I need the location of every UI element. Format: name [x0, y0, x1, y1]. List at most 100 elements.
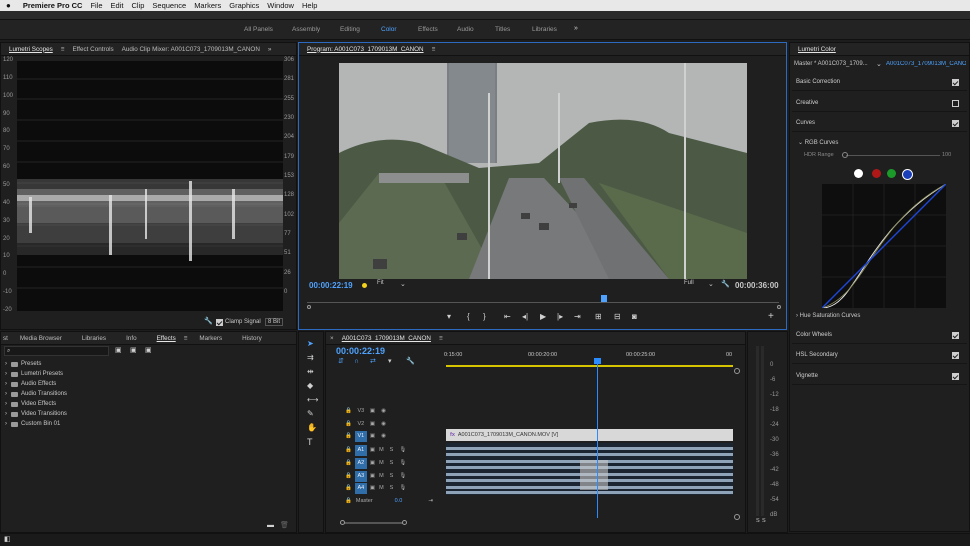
program-timecode[interactable]: 00:00:22:19	[309, 281, 353, 290]
ws-all-panels[interactable]: All Panels	[244, 26, 273, 33]
accelerated-effects-icon[interactable]: ▣	[115, 347, 122, 355]
menu-sequence[interactable]: Sequence	[152, 1, 186, 10]
tree-item-video-effects[interactable]: › Video Effects	[5, 401, 56, 407]
tab-info[interactable]: Info	[126, 335, 137, 342]
track-v1[interactable]: 🔒 V1 ▣ ◉	[345, 430, 386, 442]
nest-icon[interactable]: ⇵	[338, 358, 344, 366]
clamp-signal-checkbox[interactable]	[216, 319, 223, 326]
tab-project[interactable]: st	[3, 335, 8, 342]
menu-clip[interactable]: Clip	[131, 1, 144, 10]
ws-titles[interactable]: Titles	[495, 26, 510, 33]
overflow-icon[interactable]: »	[268, 46, 272, 53]
mute-button[interactable]: M	[379, 473, 384, 479]
tab-media-browser[interactable]: Media Browser	[20, 335, 62, 342]
lock-icon[interactable]: 🔒	[345, 421, 352, 427]
timeline-vscroll-top[interactable]	[734, 368, 740, 374]
wrench-icon[interactable]: 🔧	[406, 358, 415, 366]
lock-icon[interactable]: 🔒	[345, 408, 352, 414]
tree-item-audio-effects[interactable]: › Audio Effects	[5, 381, 56, 387]
add-marker-icon[interactable]: ▾	[447, 313, 451, 321]
lock-icon[interactable]: 🔒	[345, 498, 352, 504]
track-a1[interactable]: 🔒 A1 ▣ M S 🎙	[345, 444, 406, 456]
track-master[interactable]: 🔒 Master 0.0 ⇥	[345, 495, 433, 507]
section-hsl-secondary[interactable]: HSL Secondary	[792, 347, 967, 364]
zoom-handle-left[interactable]	[340, 520, 345, 525]
curve-green-channel[interactable]	[887, 169, 896, 178]
track-a4[interactable]: 🔒 A4 ▣ M S 🎙	[345, 482, 406, 494]
tab-effects[interactable]: Effects	[157, 335, 176, 342]
chevron-down-icon[interactable]: ⌄	[400, 280, 406, 288]
microphone-icon[interactable]: 🎙	[399, 447, 406, 453]
program-scrubber[interactable]	[307, 302, 779, 303]
play-icon[interactable]: ▶	[540, 313, 546, 321]
sync-lock-icon[interactable]: ▣	[370, 433, 375, 439]
master-clip-select[interactable]: Master * A001C073_1709...	[794, 61, 868, 67]
lock-icon[interactable]: 🔒	[345, 485, 352, 491]
timeline-timecode[interactable]: 00:00:22:19	[336, 346, 385, 356]
sync-lock-icon[interactable]: ▣	[370, 485, 375, 491]
panel-menu-icon[interactable]: ≡	[432, 46, 436, 53]
tab-effect-controls[interactable]: Effect Controls	[72, 46, 113, 53]
program-title[interactable]: Program: A001C073_1709013M_CANON	[307, 46, 424, 53]
sync-lock-icon[interactable]: ▣	[370, 421, 375, 427]
solo-button[interactable]: S	[390, 447, 394, 453]
apple-icon[interactable]: ●	[6, 1, 11, 10]
video-clip[interactable]: fx A001C073_1709013M_CANON.MOV [V]	[446, 429, 733, 441]
overflow-icon[interactable]: »	[574, 25, 578, 33]
yuv-effects-icon[interactable]: ▣	[145, 347, 152, 355]
timeline-hscroll[interactable]	[340, 522, 406, 524]
app-menu[interactable]: Premiere Pro CC	[23, 1, 83, 10]
playhead-handle[interactable]	[601, 295, 607, 302]
solo-right-button[interactable]: S	[762, 518, 766, 524]
ws-audio[interactable]: Audio	[457, 26, 474, 33]
microphone-icon[interactable]: 🎙	[399, 473, 406, 479]
ws-assembly[interactable]: Assembly	[292, 26, 320, 33]
ws-libraries[interactable]: Libraries	[532, 26, 557, 33]
zoom-handle-right[interactable]	[402, 520, 407, 525]
tree-item-lumetri-presets[interactable]: › Lumetri Presets	[5, 371, 63, 377]
eye-icon[interactable]: ◉	[381, 421, 386, 427]
effects-search-input[interactable]: ⌕	[4, 346, 109, 356]
section-color-wheels[interactable]: Color Wheels	[792, 327, 967, 344]
mark-in-icon[interactable]: {	[467, 313, 470, 321]
microphone-icon[interactable]: 🎙	[399, 460, 406, 466]
tab-audio-clip-mixer[interactable]: Audio Clip Mixer: A001C073_1709013M_CANO…	[122, 46, 260, 53]
go-to-end-icon[interactable]: ⇥	[428, 498, 433, 504]
hand-tool-icon[interactable]: ✋	[307, 424, 317, 432]
microphone-icon[interactable]: 🎙	[399, 485, 406, 491]
lock-icon[interactable]: 🔒	[345, 433, 352, 439]
panel-menu-icon[interactable]: ≡	[61, 46, 65, 53]
track-a3[interactable]: 🔒 A3 ▣ M S 🎙	[345, 470, 406, 482]
tree-item-custom-bin[interactable]: › Custom Bin 01	[5, 421, 60, 427]
panel-menu-icon[interactable]: ≡	[439, 335, 443, 342]
wrench-icon[interactable]: 🔧	[204, 318, 213, 326]
mute-button[interactable]: M	[379, 460, 384, 466]
curve-white-channel[interactable]	[854, 169, 863, 178]
step-forward-icon[interactable]: |▸	[557, 313, 563, 321]
32bit-effects-icon[interactable]: ▣	[130, 347, 137, 355]
go-to-out-icon[interactable]: ⇥	[574, 313, 581, 321]
tab-libraries[interactable]: Libraries	[82, 335, 106, 342]
hdr-range-handle[interactable]	[842, 152, 848, 158]
camera-icon[interactable]: ◙	[632, 313, 637, 321]
slip-tool-icon[interactable]: ⟷	[307, 396, 318, 404]
bit-depth-select[interactable]: 8 Bit	[265, 318, 284, 326]
curve-red-channel[interactable]	[872, 169, 881, 178]
menu-window[interactable]: Window	[267, 1, 294, 10]
menu-edit[interactable]: Edit	[111, 1, 124, 10]
track-v2[interactable]: 🔒 V2 ▣ ◉	[345, 418, 386, 430]
mute-button[interactable]: M	[379, 447, 384, 453]
work-area-bar[interactable]	[446, 365, 733, 367]
lumetri-clip-name[interactable]: A001C073_1709013M_CANON	[886, 61, 966, 67]
curves-checkbox[interactable]	[952, 119, 959, 127]
lumetri-title[interactable]: Lumetri Color	[798, 46, 836, 53]
chevron-down-icon[interactable]: ⌄	[708, 280, 714, 288]
timeline-playhead[interactable]	[597, 360, 598, 518]
hue-saturation-curves-header[interactable]: › Hue Saturation Curves	[796, 313, 860, 319]
sync-lock-icon[interactable]: ▣	[370, 460, 375, 466]
status-icon[interactable]: ◧	[4, 536, 11, 544]
menu-file[interactable]: File	[90, 1, 102, 10]
ws-editing[interactable]: Editing	[340, 26, 360, 33]
track-select-tool-icon[interactable]: ⇉	[307, 354, 314, 362]
add-marker-icon[interactable]: ▾	[388, 358, 392, 366]
